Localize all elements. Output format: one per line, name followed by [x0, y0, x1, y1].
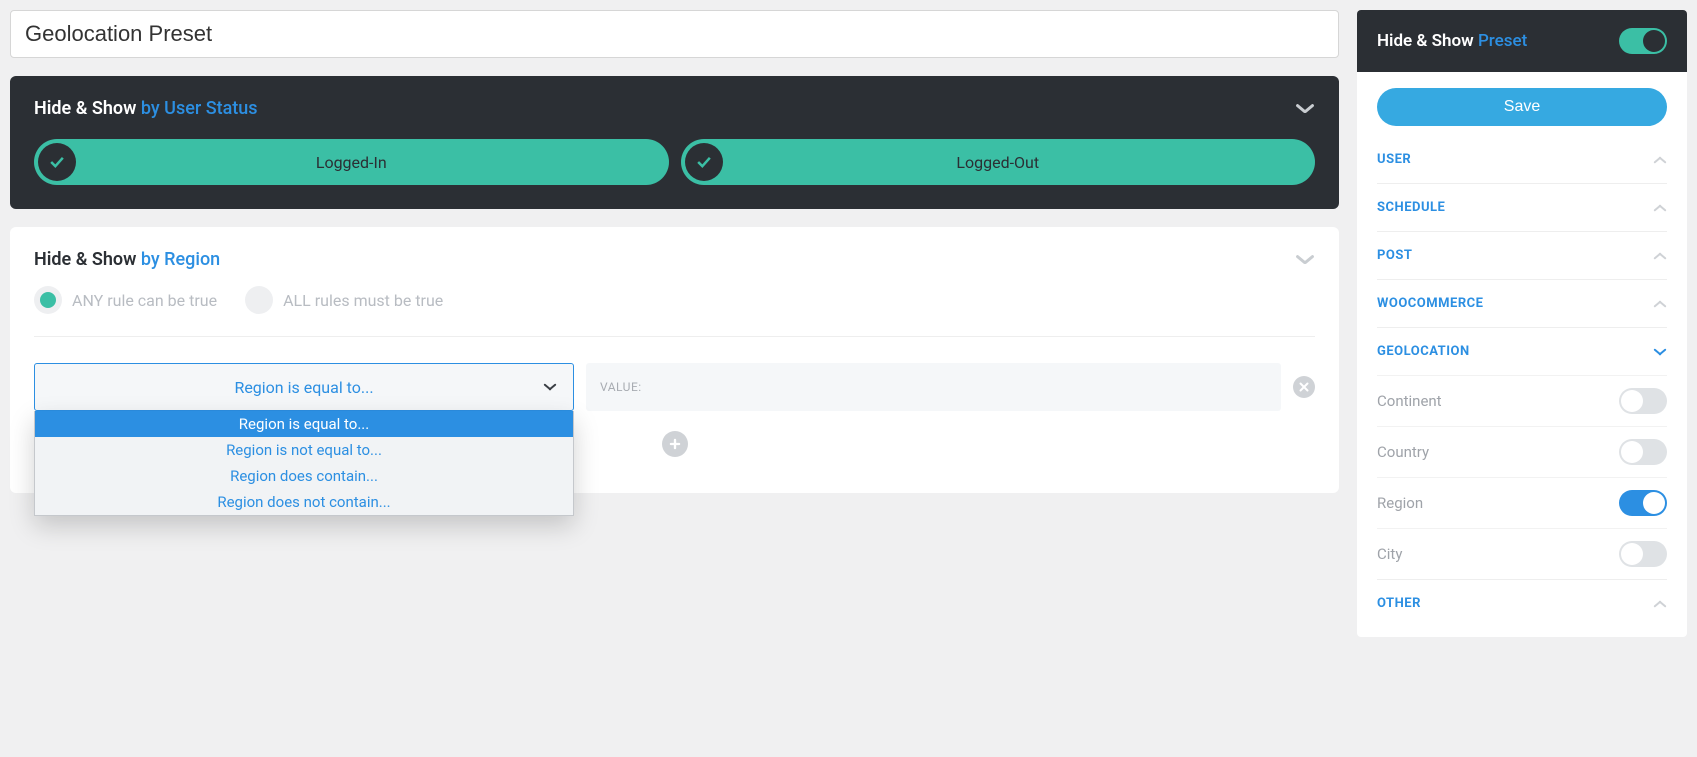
geo-item-city: City [1377, 528, 1667, 579]
radio-on-icon [34, 286, 62, 314]
accordion-label: WOOCOMMERCE [1377, 296, 1484, 311]
title-prefix: Hide & Show [34, 249, 136, 270]
region-value-input[interactable]: VALUE: [586, 363, 1281, 411]
accordion-geolocation[interactable]: GEOLOCATION [1377, 327, 1667, 375]
dropdown-option[interactable]: Region does not contain... [35, 489, 573, 515]
region-operator-select[interactable]: Region is equal to... [34, 363, 574, 411]
user-status-card: Hide & Show by User Status Logged-In Log… [10, 76, 1339, 209]
accordion-label: GEOLOCATION [1377, 344, 1470, 359]
add-rule-button[interactable] [662, 431, 688, 457]
preset-title-input[interactable] [10, 10, 1339, 58]
sidebar-header: Hide & Show Preset [1357, 10, 1687, 72]
logged-in-pill[interactable]: Logged-In [34, 139, 669, 185]
region-card: Hide & Show by Region ANY rule can be tr… [10, 227, 1339, 493]
accordion-label: USER [1377, 152, 1411, 167]
city-toggle[interactable] [1619, 541, 1667, 567]
logged-out-label: Logged-Out [956, 153, 1039, 172]
continent-toggle[interactable] [1619, 388, 1667, 414]
accordion-user[interactable]: USER [1377, 136, 1667, 183]
title-suffix: by User Status [141, 98, 258, 119]
accordion-post[interactable]: POST [1377, 231, 1667, 279]
chevron-up-icon [1653, 252, 1667, 260]
all-rule-label: ALL rules must be true [283, 291, 443, 310]
chevron-down-icon [543, 383, 557, 391]
dropdown-option[interactable]: Region does contain... [35, 463, 573, 489]
accordion-label: OTHER [1377, 596, 1421, 611]
remove-rule-button[interactable] [1293, 376, 1315, 398]
save-button[interactable]: Save [1377, 88, 1667, 126]
geo-item-label: Region [1377, 494, 1423, 512]
radio-off-icon [245, 286, 273, 314]
close-icon [1298, 381, 1310, 393]
geo-item-region: Region [1377, 477, 1667, 528]
dropdown-option[interactable]: Region is equal to... [35, 411, 573, 437]
value-placeholder: VALUE: [600, 380, 642, 394]
all-rule-option[interactable]: ALL rules must be true [245, 286, 443, 314]
title-suffix: by Region [141, 249, 220, 270]
sidebar-heading-prefix: Hide & Show [1377, 31, 1474, 51]
dropdown-option[interactable]: Region is not equal to... [35, 437, 573, 463]
geo-item-label: City [1377, 545, 1402, 563]
accordion-woocommerce[interactable]: WOOCOMMERCE [1377, 279, 1667, 327]
sidebar: Hide & Show Preset Save USER SCHEDULE PO… [1357, 10, 1687, 637]
sidebar-heading-suffix: Preset [1478, 31, 1527, 51]
chevron-up-icon [1653, 156, 1667, 164]
chevron-up-icon [1653, 300, 1667, 308]
geo-item-continent: Continent [1377, 375, 1667, 426]
logged-in-label: Logged-In [316, 153, 387, 172]
region-toggle[interactable] [1619, 490, 1667, 516]
title-prefix: Hide & Show [34, 98, 136, 119]
select-value: Region is equal to... [234, 378, 373, 397]
plus-icon [668, 437, 682, 451]
region-operator-dropdown: Region is equal to... Region is not equa… [34, 411, 574, 516]
chevron-up-icon [1653, 204, 1667, 212]
chevron-up-icon [1653, 600, 1667, 608]
chevron-down-icon[interactable] [1295, 103, 1315, 115]
accordion-schedule[interactable]: SCHEDULE [1377, 183, 1667, 231]
accordion-label: POST [1377, 248, 1412, 263]
any-rule-option[interactable]: ANY rule can be true [34, 286, 217, 314]
region-title: Hide & Show by Region [34, 249, 220, 270]
geo-item-country: Country [1377, 426, 1667, 477]
any-rule-label: ANY rule can be true [72, 291, 217, 310]
geo-item-label: Country [1377, 443, 1429, 461]
check-icon [685, 143, 723, 181]
logged-out-pill[interactable]: Logged-Out [681, 139, 1316, 185]
preset-enabled-toggle[interactable] [1619, 28, 1667, 54]
geo-item-label: Continent [1377, 392, 1442, 410]
check-icon [38, 143, 76, 181]
country-toggle[interactable] [1619, 439, 1667, 465]
chevron-down-icon [1653, 348, 1667, 356]
accordion-label: SCHEDULE [1377, 200, 1445, 215]
accordion-other[interactable]: OTHER [1377, 579, 1667, 627]
user-status-title: Hide & Show by User Status [34, 98, 258, 119]
chevron-down-icon[interactable] [1295, 254, 1315, 266]
